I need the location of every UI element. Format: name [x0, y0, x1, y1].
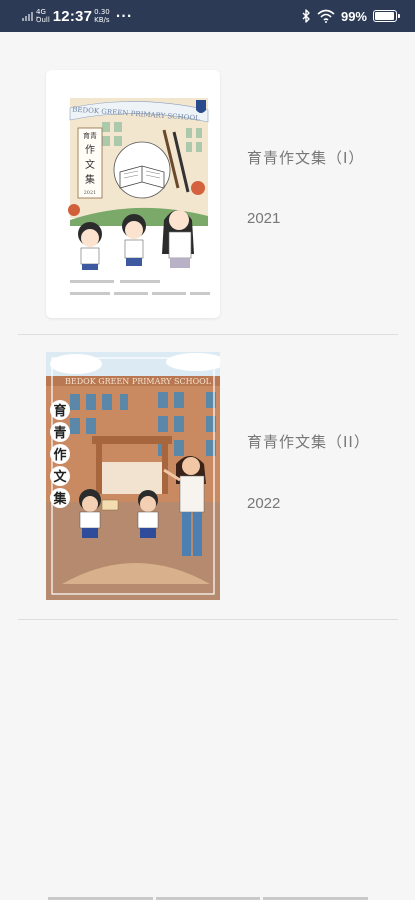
network-indicator: 4G Ꝺull: [36, 8, 50, 24]
cover-title-char: 文: [85, 158, 95, 171]
cover-school-banner: BEDOK GREEN PRIMARY SCHOOL: [65, 377, 212, 386]
cover-year: 2021: [84, 190, 97, 196]
book-item[interactable]: BEDOK GREEN PRIMARY SCHOOL 育青 作 文 集 2021: [18, 50, 398, 335]
speed-value: 0.30: [94, 8, 110, 16]
book-year: 2021: [247, 210, 281, 227]
book-item[interactable]: BEDOK GREEN PRIMARY SCHOOL 育 青 作 文 集 育青作…: [18, 335, 398, 620]
clock: 12:37: [52, 7, 93, 25]
cover-illustration: BEDOK GREEN PRIMARY SCHOOL 育青 作 文 集 2021: [46, 70, 220, 318]
cover-title-char: 集: [85, 173, 95, 186]
cover-title-char: 青: [53, 425, 66, 441]
cover-title-char: 育: [53, 403, 66, 419]
status-left: 4G Ꝺull 12:37 0.30 KB/s ···: [22, 5, 132, 27]
cover-title-column: 育 青 作 文 集: [50, 400, 70, 508]
signal-label: Ꝺull: [36, 16, 50, 24]
status-bar: 4G Ꝺull 12:37 0.30 KB/s ··· 99%: [0, 0, 415, 32]
battery-percent: 99%: [340, 8, 367, 24]
wifi-icon: [317, 9, 335, 23]
speed-unit: KB/s: [94, 16, 110, 24]
book-list: BEDOK GREEN PRIMARY SCHOOL 育青 作 文 集 2021: [18, 50, 398, 620]
cover-title-char: 作: [85, 144, 95, 156]
book-cover[interactable]: BEDOK GREEN PRIMARY SCHOOL 育 青 作 文 集: [46, 352, 220, 600]
network-type: 4G: [36, 8, 46, 16]
book-title[interactable]: 育青作文集（II）: [247, 431, 370, 452]
cover-title-char: 作: [53, 447, 66, 463]
bluetooth-icon: [302, 9, 310, 23]
cover-title-char: 育青: [83, 131, 97, 140]
cover-title-char: 集: [52, 491, 67, 507]
network-speed: 0.30 KB/s: [94, 8, 110, 24]
status-right: 99%: [301, 5, 400, 27]
book-year: 2022: [247, 495, 281, 512]
cover-illustration: BEDOK GREEN PRIMARY SCHOOL 育 青 作 文 集: [46, 352, 220, 600]
book-cover[interactable]: BEDOK GREEN PRIMARY SCHOOL 育青 作 文 集 2021: [46, 70, 220, 318]
more-notifications-icon: ···: [115, 9, 133, 23]
cover-title-char: 文: [53, 469, 67, 485]
signal-bars-icon: [22, 11, 33, 21]
battery-icon: [373, 10, 400, 22]
book-title[interactable]: 育青作文集（I）: [247, 147, 364, 168]
